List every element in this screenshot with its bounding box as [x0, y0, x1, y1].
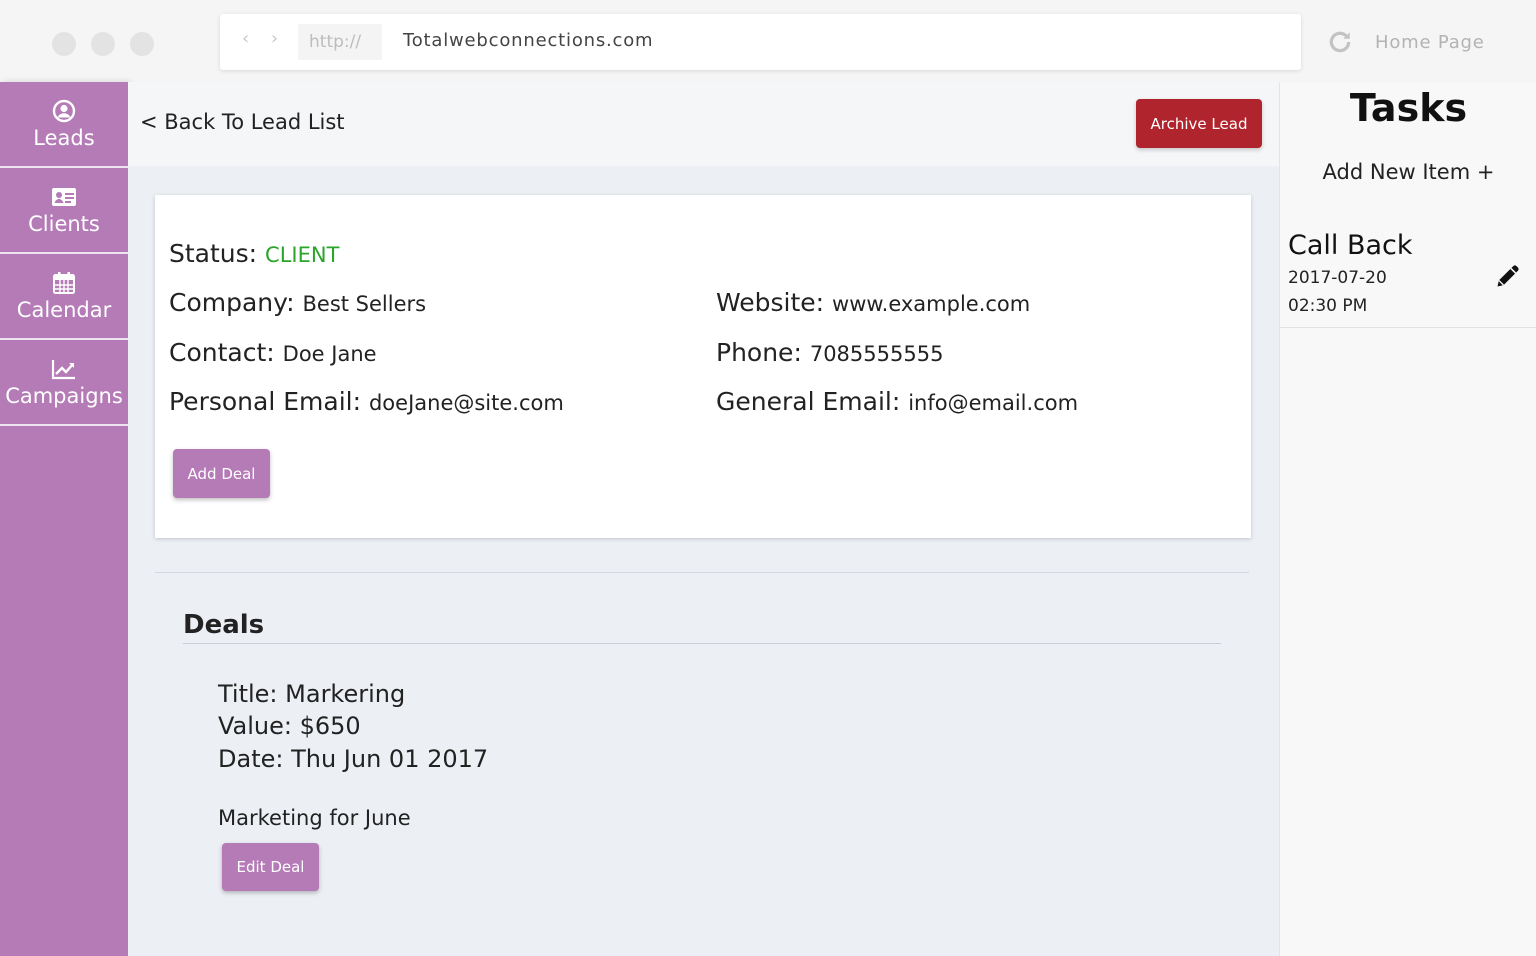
address-bar[interactable]: ‹ › http:// Totalwebconnections.com [220, 14, 1301, 70]
general-email-field: General Email: info@email.com [716, 387, 1078, 416]
url-protocol: http:// [298, 24, 382, 60]
deal-title: Title: Markering [218, 680, 406, 708]
pencil-icon[interactable] [1494, 262, 1522, 290]
company-value: Best Sellers [302, 292, 427, 316]
company-field: Company: Best Sellers [169, 288, 426, 317]
website-label: Website: [716, 288, 825, 317]
url-text[interactable]: Totalwebconnections.com [403, 30, 653, 51]
status-label: Status: [169, 239, 258, 268]
sidebar-item-calendar[interactable]: Calendar [0, 254, 128, 340]
sidebar-item-clients[interactable]: Clients [0, 168, 128, 254]
task-date: 2017-07-20 [1288, 268, 1387, 288]
home-page-link[interactable]: Home Page [1375, 32, 1485, 53]
content-header: < Back To Lead List Archive Lead [128, 82, 1279, 166]
sidebar: Leads Clients Calendar Campaigns [0, 82, 128, 956]
status-value: CLIENT [265, 243, 340, 267]
status-field: Status: CLIENT [169, 239, 339, 268]
lead-details-card: Status: CLIENT Company: Best Sellers Web… [155, 195, 1251, 538]
user-circle-icon [52, 99, 76, 122]
edit-deal-button[interactable]: Edit Deal [222, 843, 319, 891]
task-title: Call Back [1288, 230, 1413, 261]
task-item: Call Back 2017-07-20 02:30 PM [1280, 220, 1536, 328]
company-label: Company: [169, 288, 295, 317]
sidebar-item-label: Campaigns [5, 383, 123, 408]
line-chart-icon [51, 359, 75, 379]
personal-email-value: doeJane@site.com [368, 391, 564, 415]
deal-date: Date: Thu Jun 01 2017 [218, 745, 489, 773]
website-field: Website: www.example.com [716, 288, 1030, 317]
window-close-dot[interactable] [52, 32, 76, 56]
deals-heading: Deals [183, 610, 265, 640]
window-minimize-dot[interactable] [91, 32, 115, 56]
calendar-icon [53, 271, 75, 294]
divider [155, 572, 1249, 573]
tasks-heading: Tasks [1349, 86, 1468, 130]
window-maximize-dot[interactable] [130, 32, 154, 56]
website-value: www.example.com [832, 292, 1031, 316]
phone-label: Phone: [716, 338, 802, 367]
phone-field: Phone: 7085555555 [716, 338, 943, 367]
personal-email-label: Personal Email: [169, 387, 362, 416]
deals-divider [183, 643, 1221, 644]
add-new-item-button[interactable]: Add New Item + [1280, 160, 1536, 184]
main-content: < Back To Lead List Archive Lead Status:… [128, 82, 1279, 956]
sidebar-item-label: Clients [28, 211, 100, 236]
deal-value: Value: $650 [218, 712, 361, 740]
task-time: 02:30 PM [1288, 296, 1368, 316]
deal-description: Marketing for June [218, 806, 411, 830]
browser-chrome: ‹ › http:// Totalwebconnections.com Home… [0, 0, 1536, 82]
back-to-lead-list-link[interactable]: < Back To Lead List [140, 110, 345, 134]
tasks-panel: Tasks Add New Item + Call Back 2017-07-2… [1279, 82, 1536, 956]
add-deal-button[interactable]: Add Deal [173, 449, 270, 498]
sidebar-item-campaigns[interactable]: Campaigns [0, 340, 128, 426]
personal-email-field: Personal Email: doeJane@site.com [169, 387, 564, 416]
contact-label: Contact: [169, 338, 275, 367]
general-email-label: General Email: [716, 387, 901, 416]
reload-icon[interactable] [1327, 29, 1353, 55]
general-email-value: info@email.com [908, 391, 1079, 415]
nav-arrows-icon[interactable]: ‹ › [242, 28, 286, 49]
contact-value: Doe Jane [282, 342, 377, 366]
sidebar-item-label: Calendar [16, 297, 112, 322]
contact-field: Contact: Doe Jane [169, 338, 377, 367]
archive-lead-button[interactable]: Archive Lead [1136, 99, 1262, 148]
sidebar-item-label: Leads [33, 125, 95, 150]
id-card-icon [52, 187, 76, 206]
phone-value: 7085555555 [809, 342, 944, 366]
sidebar-item-leads[interactable]: Leads [0, 82, 128, 168]
